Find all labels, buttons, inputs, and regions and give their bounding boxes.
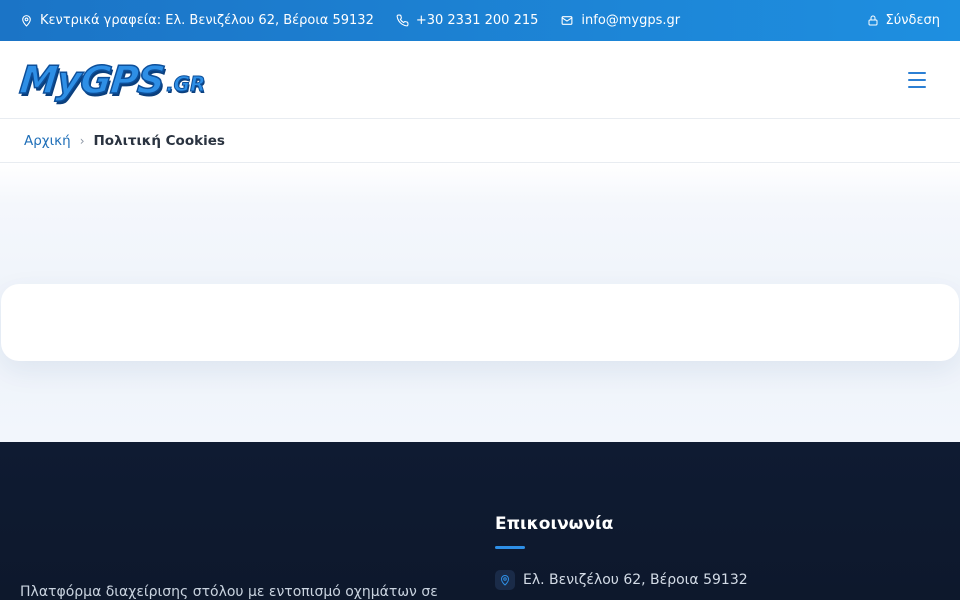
footer-contact-title: Επικοινωνία bbox=[495, 514, 614, 534]
map-pin-icon bbox=[495, 570, 515, 590]
page-content bbox=[0, 163, 960, 442]
logo-suffix-text: .GR bbox=[165, 71, 206, 96]
breadcrumb-separator: › bbox=[79, 133, 85, 148]
site-footer: Επικοινωνία Ελ. Βενιζέλου 62, Βέροια 591… bbox=[0, 442, 960, 600]
breadcrumb-current: Πολιτική Cookies bbox=[93, 132, 225, 149]
menu-line bbox=[908, 71, 926, 74]
footer-address-text: Ελ. Βενιζέλου 62, Βέροια 59132 bbox=[523, 572, 748, 588]
site-header: MyGPS .GR bbox=[0, 41, 960, 119]
map-pin-icon bbox=[22, 15, 31, 27]
lock-icon bbox=[868, 15, 878, 26]
logo-main-text: MyGPS bbox=[17, 57, 167, 103]
email-item[interactable]: info@mygps.gr bbox=[560, 13, 680, 28]
footer-address: Ελ. Βενιζέλου 62, Βέροια 59132 bbox=[495, 570, 748, 590]
content-card bbox=[1, 284, 959, 361]
menu-line bbox=[908, 78, 926, 81]
breadcrumb-home-link[interactable]: Αρχική bbox=[24, 133, 71, 149]
top-info-bar: Κεντρικά γραφεία: Ελ. Βενιζέλου 62, Βέρο… bbox=[0, 0, 960, 41]
site-logo[interactable]: MyGPS .GR bbox=[17, 57, 206, 103]
address-text: Κεντρικά γραφεία: Ελ. Βενιζέλου 62, Βέρο… bbox=[40, 13, 374, 28]
phone-link[interactable]: +30 2331 200 215 bbox=[416, 13, 539, 28]
title-underline bbox=[495, 546, 525, 549]
address-item: Κεντρικά γραφεία: Ελ. Βενιζέλου 62, Βέρο… bbox=[20, 13, 374, 28]
phone-item[interactable]: +30 2331 200 215 bbox=[396, 13, 539, 28]
login-link[interactable]: Σύνδεση bbox=[867, 13, 940, 28]
mail-icon bbox=[561, 16, 573, 25]
hamburger-menu-icon[interactable] bbox=[908, 68, 932, 92]
menu-line bbox=[908, 85, 926, 88]
breadcrumb: Αρχική › Πολιτική Cookies bbox=[0, 119, 960, 163]
login-label[interactable]: Σύνδεση bbox=[886, 13, 940, 28]
footer-description: Πλατφόρμα διαχείρισης στόλου με εντοπισμ… bbox=[20, 584, 438, 600]
phone-icon bbox=[396, 14, 409, 27]
email-link[interactable]: info@mygps.gr bbox=[581, 13, 680, 28]
